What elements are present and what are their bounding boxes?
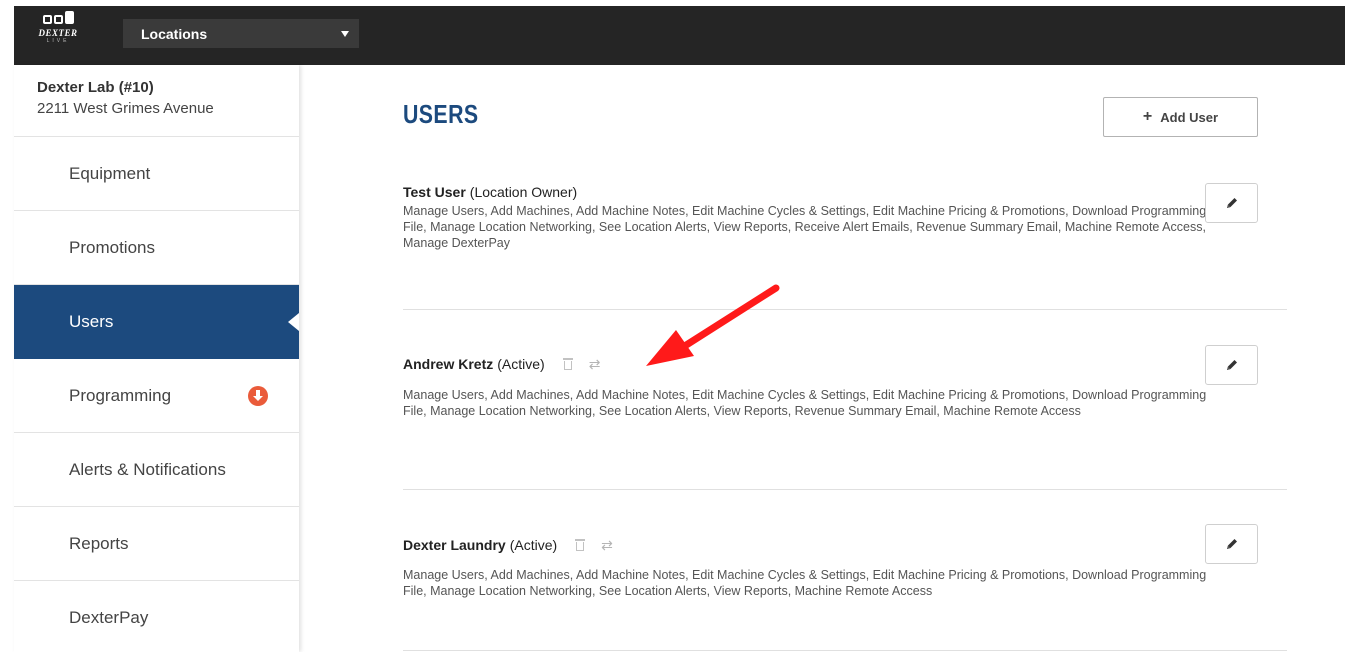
sidebar-item-alerts-notifications[interactable]: Alerts & Notifications	[14, 433, 299, 507]
divider	[403, 309, 1287, 310]
sidebar-item-promotions[interactable]: Promotions	[14, 211, 299, 285]
caret-down-icon	[341, 31, 349, 37]
divider	[403, 489, 1287, 490]
edit-user-button[interactable]	[1205, 183, 1258, 223]
user-row: Andrew Kretz (Active) ⇄ Manage Users, Ad…	[403, 345, 1258, 419]
user-name: Dexter Laundry	[403, 537, 506, 553]
pencil-icon	[1226, 360, 1237, 370]
dexter-live-logo[interactable]: DEXTER LIVE	[38, 11, 78, 59]
transfer-icon[interactable]: ⇄	[601, 538, 613, 552]
logo-mark-icon	[38, 11, 78, 24]
sidebar-item-equipment[interactable]: Equipment	[14, 137, 299, 211]
location-info: Dexter Lab (#10) 2211 West Grimes Avenue	[14, 65, 299, 137]
user-header: Dexter Laundry (Active) ⇄	[403, 536, 1258, 554]
add-user-button[interactable]: + Add User	[1103, 97, 1258, 137]
sidebar-item-label: Programming	[69, 385, 172, 405]
sidebar-item-programming[interactable]: Programming	[14, 359, 299, 433]
location-address: 2211 West Grimes Avenue	[37, 100, 214, 117]
transfer-icon[interactable]: ⇄	[589, 357, 601, 371]
trash-icon[interactable]	[575, 539, 586, 551]
user-row: Dexter Laundry (Active) ⇄ Manage Users, …	[403, 524, 1258, 599]
trash-icon[interactable]	[562, 358, 573, 370]
user-name: Andrew Kretz	[403, 356, 494, 372]
pencil-icon	[1226, 198, 1237, 208]
sidebar-item-label: Promotions	[69, 237, 155, 257]
download-arrow-icon	[248, 386, 268, 406]
user-permissions: Manage Users, Add Machines, Add Machine …	[403, 204, 1207, 250]
add-user-label: Add User	[1160, 109, 1219, 125]
active-indicator	[288, 313, 299, 331]
sidebar-item-label: DexterPay	[69, 607, 149, 627]
user-permissions: Manage Users, Add Machines, Add Machine …	[403, 388, 1207, 418]
sidebar-item-label: Equipment	[69, 163, 151, 183]
edit-user-button[interactable]	[1205, 524, 1258, 564]
user-permissions: Manage Users, Add Machines, Add Machine …	[403, 568, 1207, 598]
page-title: USERS	[403, 99, 479, 129]
sidebar-item-reports[interactable]: Reports	[14, 507, 299, 581]
edit-user-button[interactable]	[1205, 345, 1258, 385]
locations-dropdown-label: Locations	[141, 26, 208, 42]
logo-subtext: LIVE	[46, 38, 70, 44]
sidebar-item-label: Alerts & Notifications	[69, 459, 226, 479]
location-name: Dexter Lab (#10)	[37, 79, 154, 96]
user-role: (Location Owner)	[469, 184, 578, 200]
sidebar-item-users[interactable]: Users	[14, 285, 299, 359]
user-role: (Active)	[497, 356, 545, 372]
locations-dropdown[interactable]: Locations	[123, 19, 359, 48]
logo-text: DEXTER	[38, 28, 78, 38]
user-header: Andrew Kretz (Active) ⇄	[403, 355, 1258, 373]
sidebar: Dexter Lab (#10) 2211 West Grimes Avenue…	[14, 65, 299, 652]
pencil-icon	[1226, 539, 1237, 549]
user-role: (Active)	[509, 537, 558, 553]
sidebar-item-dexterpay[interactable]: DexterPay	[14, 581, 299, 652]
user-header: Test User (Location Owner)	[403, 183, 1258, 201]
plus-icon: +	[1142, 108, 1153, 125]
user-name: Test User	[403, 184, 466, 200]
divider	[403, 650, 1287, 651]
sidebar-item-label: Reports	[69, 533, 129, 553]
sidebar-item-label: Users	[69, 311, 114, 331]
top-bar: DEXTER LIVE Locations	[14, 6, 1345, 65]
user-row: Test User (Location Owner) Manage Users,…	[403, 183, 1258, 251]
